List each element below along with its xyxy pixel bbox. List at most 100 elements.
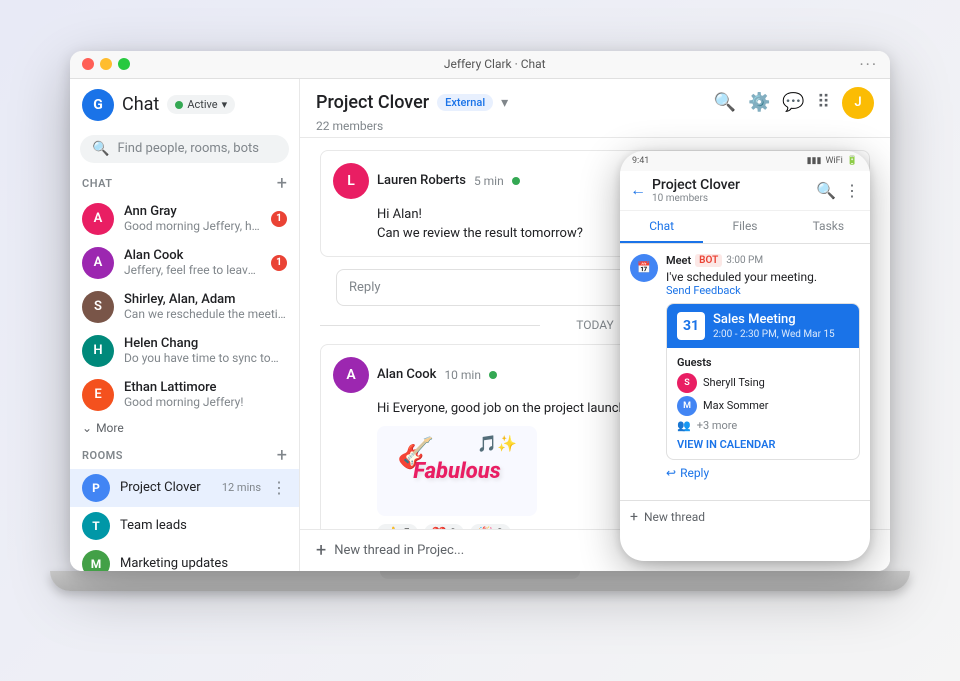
status-label: Active	[187, 98, 217, 111]
bot-avatar: 📅	[630, 254, 658, 282]
members-count: 22 members	[316, 119, 874, 133]
new-thread-label: New thread	[644, 510, 705, 524]
room-item-project-clover[interactable]: P Project Clover 12 mins ⋮	[70, 469, 299, 507]
laptop-base	[50, 571, 910, 591]
chat-info: Alan Cook Jeffery, feel free to leave...	[124, 248, 261, 277]
more-label: More	[96, 421, 124, 435]
chat-name: Shirley, Alan, Adam	[124, 292, 287, 307]
phone-room-subtitle: 10 members	[652, 193, 810, 204]
tab-chat-label: Chat	[649, 219, 674, 233]
chat-info: Shirley, Alan, Adam Can we reschedule th…	[124, 292, 287, 321]
search-icon[interactable]: 🔍	[714, 92, 736, 113]
minimize-button[interactable]	[100, 58, 112, 70]
guests-title: Guests	[677, 356, 849, 369]
guitar-emoji: 🎸	[397, 436, 434, 471]
tab-tasks-label: Tasks	[813, 219, 845, 233]
phone-reply-button[interactable]: ↩ Reply	[666, 466, 860, 480]
more-guests-count: +3 more	[697, 419, 738, 432]
main-header: Project Clover External ▾ 🔍 ⚙️ 💬 ⠿ J 22 …	[300, 79, 890, 138]
card-date: 31	[677, 312, 705, 340]
laptop-notch	[380, 571, 580, 579]
chat-name: Ann Gray	[124, 204, 261, 219]
external-badge: External	[437, 94, 493, 111]
window-menu-icon[interactable]: ···	[859, 55, 878, 74]
phone-statusbar: 9:41 ▮▮▮ WiFi 🔋	[620, 151, 870, 171]
search-box[interactable]: 🔍 Find people, rooms, bots	[80, 135, 289, 163]
room-title: Project Clover	[316, 92, 429, 113]
phone-bottom-bar[interactable]: + New thread	[620, 500, 870, 533]
room-icon: P	[82, 474, 110, 502]
unread-badge: 1	[271, 211, 287, 227]
tab-chat[interactable]: Chat	[620, 211, 703, 243]
guest-item: M Max Sommer	[677, 396, 849, 416]
card-time: 2:00 - 2:30 PM, Wed Mar 15	[713, 329, 835, 340]
chat-preview: Do you have time to sync tom...	[124, 351, 287, 365]
chat-item[interactable]: H Helen Chang Do you have time to sync t…	[70, 329, 299, 373]
tab-tasks[interactable]: Tasks	[787, 211, 870, 243]
guest-avatar: M	[677, 396, 697, 416]
message-time: 10 min	[444, 368, 481, 382]
close-button[interactable]	[82, 58, 94, 70]
phone-header-icons: 🔍 ⋮	[816, 181, 860, 200]
card-body: Guests S Sheryll Tsing M Max Sommer	[667, 348, 859, 459]
reply-icon: ↩	[666, 466, 676, 480]
plus-icon: +	[630, 509, 638, 525]
phone-menu-icon[interactable]: ⋮	[844, 181, 860, 200]
avatar: A	[82, 247, 114, 279]
room-menu-icon[interactable]: ⋮	[271, 478, 287, 497]
tab-files[interactable]: Files	[703, 211, 786, 243]
chat-info: Helen Chang Do you have time to sync tom…	[124, 336, 287, 365]
window-title: Jeffery Clark · Chat	[130, 57, 859, 71]
room-name: Project Clover	[120, 480, 212, 495]
phone-time: 9:41	[632, 156, 649, 166]
room-dropdown-icon[interactable]: ▾	[501, 95, 508, 111]
sender-name: Alan Cook	[377, 367, 436, 382]
phone-header: ← Project Clover 10 members 🔍 ⋮	[620, 171, 870, 211]
chevron-down-icon: ⌄	[82, 421, 92, 435]
rooms-section-label: ROOMS	[82, 449, 123, 462]
chat-item[interactable]: A Ann Gray Good morning Jeffery, h... 1	[70, 197, 299, 241]
view-calendar-link[interactable]: VIEW IN CALENDAR	[677, 438, 849, 451]
grid-icon[interactable]: ⠿	[817, 92, 830, 113]
battery-icon: 🔋	[847, 156, 858, 166]
chat-section-label: CHAT	[82, 177, 113, 190]
more-guests: 👥 +3 more	[677, 419, 849, 432]
feedback-link[interactable]: Send Feedback	[666, 284, 860, 297]
chat-name: Ethan Lattimore	[124, 380, 287, 395]
settings-icon[interactable]: ⚙️	[748, 92, 770, 113]
guest-name: Sheryll Tsing	[703, 376, 765, 389]
chat-icon[interactable]: 💬	[782, 92, 804, 113]
search-placeholder: Find people, rooms, bots	[117, 141, 259, 156]
guest-avatar: S	[677, 373, 697, 393]
app-title: Chat	[122, 94, 159, 115]
avatar: S	[82, 291, 114, 323]
back-button[interactable]: ←	[630, 180, 646, 200]
phone-message: 📅 Meet BOT 3:00 PM I've scheduled your m…	[630, 254, 860, 480]
search-icon: 🔍	[92, 141, 109, 157]
phone-tabs: Chat Files Tasks	[620, 211, 870, 244]
room-icon: M	[82, 550, 110, 571]
user-avatar[interactable]: J	[842, 87, 874, 119]
signal-icon: ▮▮▮	[807, 156, 822, 166]
wifi-icon: WiFi	[825, 156, 842, 166]
chat-more-button[interactable]: ⌄ More	[70, 417, 299, 443]
status-badge[interactable]: Active ▾	[167, 95, 235, 114]
chat-item[interactable]: S Shirley, Alan, Adam Can we reschedule …	[70, 285, 299, 329]
calendar-card: 31 Sales Meeting 2:00 - 2:30 PM, Wed Mar…	[666, 303, 860, 460]
unread-badge: 1	[271, 255, 287, 271]
sender-name: Lauren Roberts	[377, 173, 466, 188]
phone-search-icon[interactable]: 🔍	[816, 181, 836, 200]
phone-messages: 📅 Meet BOT 3:00 PM I've scheduled your m…	[620, 244, 870, 500]
room-item-team-leads[interactable]: T Team leads	[70, 507, 299, 545]
new-chat-button[interactable]: +	[277, 175, 287, 193]
chat-info: Ann Gray Good morning Jeffery, h...	[124, 204, 261, 233]
chat-item[interactable]: A Alan Cook Jeffery, feel free to leave.…	[70, 241, 299, 285]
message-time: 5 min	[474, 174, 504, 188]
guests-icon: 👥	[677, 419, 691, 432]
room-icon: T	[82, 512, 110, 540]
room-item-marketing[interactable]: M Marketing updates	[70, 545, 299, 571]
maximize-button[interactable]	[118, 58, 130, 70]
new-room-button[interactable]: +	[277, 447, 287, 465]
chat-preview: Can we reschedule the meeti...	[124, 307, 287, 321]
chat-item[interactable]: E Ethan Lattimore Good morning Jeffery!	[70, 373, 299, 417]
